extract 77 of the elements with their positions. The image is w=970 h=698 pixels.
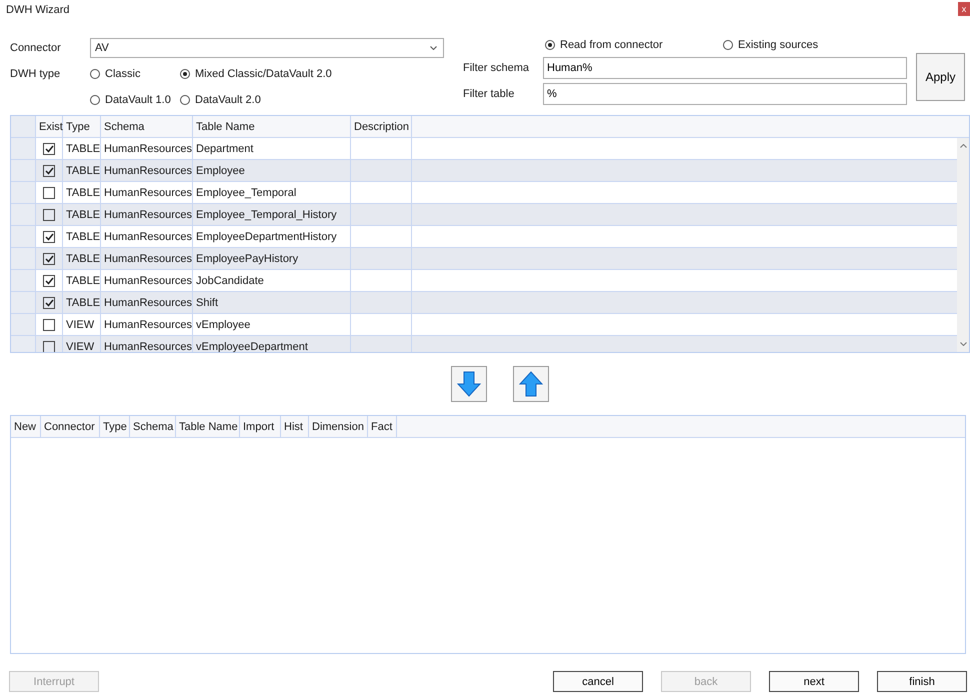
table-cell: TABLE (63, 226, 101, 247)
table-cell: vEmployeeDepartment (193, 336, 351, 352)
radio-label: Mixed Classic/DataVault 2.0 (195, 68, 332, 80)
window-title: DWH Wizard (6, 4, 70, 16)
table-cell: HumanResources (101, 204, 193, 225)
table-cell: EmployeeDepartmentHistory (193, 226, 351, 247)
table-cell: VIEW (63, 336, 101, 352)
table-cell: HumanResources (101, 182, 193, 203)
table-cell: TABLE (63, 270, 101, 291)
radio-button[interactable] (545, 40, 555, 50)
table-cell: TABLE (63, 138, 101, 159)
table-cell: HumanResources (101, 336, 193, 352)
filter-schema-field[interactable]: Human% (543, 57, 907, 79)
checkbox[interactable] (43, 252, 55, 264)
radio-button[interactable] (180, 95, 190, 105)
checkbox[interactable] (43, 230, 55, 242)
move-up-button[interactable] (513, 366, 549, 402)
close-button[interactable]: x (958, 2, 970, 16)
table-cell: TABLE (63, 292, 101, 313)
checkbox[interactable] (43, 318, 55, 330)
scroll-down-icon[interactable] (960, 342, 966, 346)
table-cell: TABLE (63, 204, 101, 225)
radio-button[interactable] (90, 95, 100, 105)
table-cell: HumanResources (101, 248, 193, 269)
table-cell: Shift (193, 292, 351, 313)
arrow-down-icon (457, 371, 481, 397)
table-cell: Department (193, 138, 351, 159)
table-cell: Employee (193, 160, 351, 181)
table-cell: HumanResources (101, 226, 193, 247)
radio-button[interactable] (180, 69, 190, 79)
table-cell: HumanResources (101, 138, 193, 159)
checkbox[interactable] (43, 208, 55, 220)
checkbox[interactable] (43, 340, 55, 352)
radio-button[interactable] (723, 40, 733, 50)
filter-schema-label: Filter schema (463, 62, 530, 74)
connector-label: Connector (10, 42, 62, 54)
table-cell: EmployeePayHistory (193, 248, 351, 269)
filter-table-label: Filter table (463, 88, 516, 100)
column-header[interactable]: Type (63, 116, 101, 137)
wizard-button[interactable]: next (769, 671, 859, 692)
table-cell: Employee_Temporal_History (193, 204, 351, 225)
wizard-button[interactable]: cancel (553, 671, 643, 692)
checkbox[interactable] (43, 274, 55, 286)
column-header[interactable]: Type (100, 416, 130, 437)
table-cell: Employee_Temporal (193, 182, 351, 203)
checkbox[interactable] (43, 164, 55, 176)
connector-dropdown[interactable]: AV (90, 38, 444, 58)
table-cell: JobCandidate (193, 270, 351, 291)
table-cell: TABLE (63, 160, 101, 181)
radio-label: DataVault 1.0 (105, 94, 171, 106)
radio-label: DataVault 2.0 (195, 94, 261, 106)
chevron-icon (430, 46, 437, 50)
column-header[interactable]: Table Name (176, 416, 240, 437)
scroll-up-icon[interactable] (960, 144, 966, 148)
checkbox[interactable] (43, 296, 55, 308)
table-cell: HumanResources (101, 270, 193, 291)
table-cell: HumanResources (101, 160, 193, 181)
scrollbar[interactable] (957, 138, 969, 352)
table-cell: HumanResources (101, 314, 193, 335)
column-header[interactable]: Table Name (193, 116, 351, 137)
apply-button[interactable]: Apply (916, 53, 965, 101)
table-cell: HumanResources (101, 292, 193, 313)
wizard-button[interactable]: finish (877, 671, 967, 692)
arrow-up-icon (519, 371, 543, 397)
filter-table-field[interactable]: % (543, 83, 907, 105)
table-cell: vEmployee (193, 314, 351, 335)
checkbox[interactable] (43, 186, 55, 198)
radio-label: Read from connector (560, 39, 663, 51)
table-cell: VIEW (63, 314, 101, 335)
radio-label: Classic (105, 68, 140, 80)
checkbox[interactable] (43, 142, 55, 154)
dwh-type-label: DWH type (10, 68, 62, 80)
table-cell: TABLE (63, 182, 101, 203)
radio-label: Existing sources (738, 39, 818, 51)
move-down-button[interactable] (451, 366, 487, 402)
radio-button[interactable] (90, 69, 100, 79)
table-cell: TABLE (63, 248, 101, 269)
